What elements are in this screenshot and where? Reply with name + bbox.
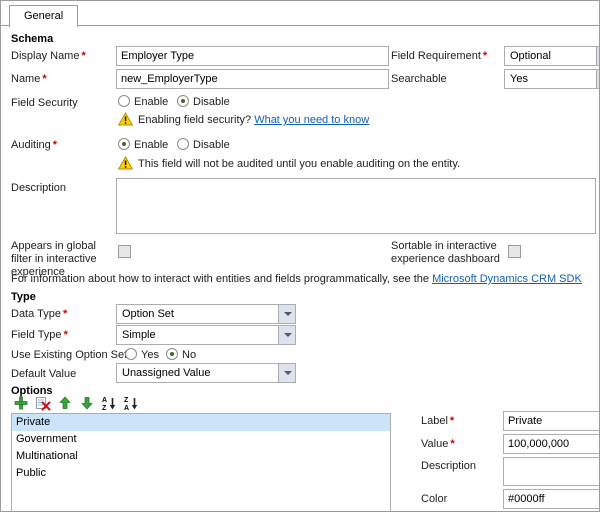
field-security-disable-label: Disable [193,96,230,108]
data-type-label: Data Type* [11,308,67,320]
warning-icon [118,112,133,126]
field-requirement-label: Field Requirement* [391,50,487,62]
required-marker: * [63,308,67,320]
field-type-label: Field Type* [11,329,68,341]
auditing-enable-label: Enable [134,139,168,151]
auditing-disable-radio[interactable] [177,138,189,150]
arrow-up-icon [57,395,73,411]
required-marker: * [42,73,46,85]
delete-option-icon [35,395,51,411]
schema-heading: Schema [11,33,53,45]
use-existing-yes-label: Yes [141,349,159,361]
option-label-input[interactable] [503,411,600,431]
option-item-public[interactable]: Public [12,465,390,482]
option-label-label: Label* [421,415,454,427]
option-value-input[interactable] [503,434,600,454]
field-security-enable-label: Enable [134,96,168,108]
field-type-value: Simple [122,329,156,341]
sort-descending-button[interactable]: Z A [122,394,139,411]
field-properties-panel: General Schema Display Name* Field Requi… [0,0,600,512]
svg-text:A: A [102,397,107,404]
global-filter-checkbox[interactable] [118,245,131,258]
required-marker: * [483,50,487,62]
chevron-down-icon[interactable] [596,70,600,88]
sort-ascending-icon: A Z [101,395,117,411]
name-label: Name* [11,73,47,85]
move-option-down-button[interactable] [78,394,95,411]
data-type-select[interactable]: Option Set [116,304,296,324]
use-existing-no-label: No [182,349,196,361]
use-existing-no-radio[interactable] [166,348,178,360]
chevron-down-icon[interactable] [278,326,295,344]
options-toolbar: A Z Z A [12,394,139,411]
option-item-government[interactable]: Government [12,431,390,448]
use-existing-label: Use Existing Option Set [11,349,127,361]
field-type-select[interactable]: Simple [116,325,296,345]
auditing-disable-label: Disable [193,139,230,151]
chevron-down-icon[interactable] [278,305,295,323]
default-value-select[interactable]: Unassigned Value [116,363,296,383]
option-color-input[interactable] [503,489,600,509]
default-value-value: Unassigned Value [122,367,210,379]
add-option-button[interactable] [12,394,29,411]
tab-general[interactable]: General [9,5,78,27]
searchable-label: Searchable [391,73,447,85]
option-description-label: Description [421,460,476,472]
searchable-select[interactable]: Yes [504,69,600,89]
tab-general-label: General [24,10,63,22]
chevron-down-icon[interactable] [278,364,295,382]
required-marker: * [81,50,85,62]
sdk-note: For information about how to interact wi… [11,273,596,285]
required-marker: * [53,139,57,151]
field-security-label: Field Security [11,97,78,109]
move-option-up-button[interactable] [56,394,73,411]
field-requirement-select[interactable]: Optional [504,46,600,66]
tab-strip-divider [1,25,599,26]
display-name-input[interactable] [116,46,389,66]
field-security-warning-link[interactable]: What you need to know [254,114,369,126]
sort-ascending-button[interactable]: A Z [100,394,117,411]
chevron-down-icon[interactable] [596,47,600,65]
name-input[interactable] [116,69,389,89]
default-value-label: Default Value [11,368,76,380]
auditing-label: Auditing* [11,139,57,151]
option-description-textarea[interactable] [503,457,600,486]
description-label: Description [11,182,66,194]
options-listbox[interactable]: Private Government Multinational Public [11,413,391,512]
option-item-private[interactable]: Private [12,414,390,431]
option-item-multinational[interactable]: Multinational [12,448,390,465]
description-textarea[interactable] [116,178,596,234]
field-security-enable-radio[interactable] [118,95,130,107]
delete-option-button[interactable] [34,394,51,411]
arrow-down-icon [79,395,95,411]
auditing-enable-radio[interactable] [118,138,130,150]
option-color-label: Color [421,493,447,505]
display-name-label: Display Name* [11,50,86,62]
sdk-link[interactable]: Microsoft Dynamics CRM SDK [432,273,582,285]
required-marker: * [450,438,454,450]
svg-text:A: A [124,405,129,411]
use-existing-yes-radio[interactable] [125,348,137,360]
warning-icon [118,156,133,170]
svg-text:Z: Z [124,397,129,404]
type-heading: Type [11,291,36,303]
sort-descending-icon: Z A [123,395,139,411]
sortable-label: Sortable in interactive experience dashb… [391,240,503,266]
auditing-warning: This field will not be audited until you… [138,158,460,170]
field-security-warning: Enabling field security? What you need t… [138,114,369,126]
option-value-label: Value* [421,438,455,450]
field-requirement-value: Optional [510,50,551,62]
svg-text:Z: Z [102,405,107,411]
sortable-checkbox[interactable] [508,245,521,258]
field-security-disable-radio[interactable] [177,95,189,107]
searchable-value: Yes [510,73,528,85]
required-marker: * [450,415,454,427]
add-icon [13,395,29,411]
data-type-value: Option Set [122,308,174,320]
required-marker: * [64,329,68,341]
